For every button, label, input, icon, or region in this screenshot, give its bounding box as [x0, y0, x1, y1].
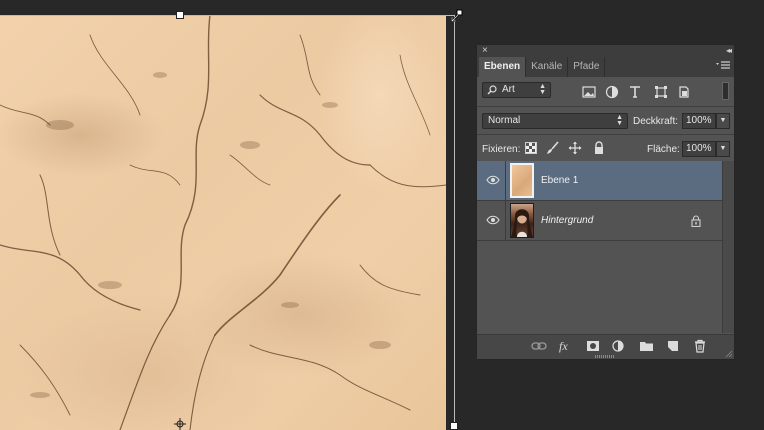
lock-all-icon[interactable] [592, 141, 606, 155]
layers-panel: × ◂◂ Ebenen Kanäle Pfade Art ▲ ▼ Normal … [476, 44, 735, 360]
layer-locked-icon [691, 215, 701, 227]
smart-object-filter-icon[interactable] [677, 85, 691, 99]
transform-box-top [0, 15, 454, 16]
document-canvas[interactable] [0, 15, 446, 430]
visibility-eye-icon[interactable] [486, 175, 500, 185]
tab-layers[interactable]: Ebenen [479, 57, 527, 77]
blend-row: Normal ▲ ▼ Deckkraft: 100% ▼ [477, 107, 734, 135]
layer-separator [505, 161, 506, 201]
resize-corner-icon[interactable] [725, 350, 733, 358]
fx-icon[interactable]: fx [559, 339, 568, 354]
layer-row-ebene-1[interactable]: Ebene 1 [477, 161, 722, 201]
filter-toggle-switch[interactable] [722, 82, 729, 100]
blend-mode-select[interactable]: Normal ▲ ▼ [482, 113, 628, 129]
layer-name[interactable]: Hintergrund [541, 215, 593, 226]
visibility-eye-icon[interactable] [486, 215, 500, 225]
layer-thumbnail[interactable] [510, 203, 534, 238]
blend-mode-value: Normal [488, 115, 521, 126]
adjustment-icon[interactable] [611, 339, 627, 353]
stepper-arrows-icon: ▲ ▼ [539, 83, 546, 96]
filter-kind-select[interactable]: Art ▲ ▼ [482, 82, 551, 98]
filter-kind-label: Art [502, 84, 515, 95]
layers-bottom-toolbar: fx [477, 334, 734, 359]
stepper-arrows-icon: ▲ ▼ [616, 114, 623, 127]
pixel-filter-icon[interactable] [582, 85, 596, 99]
wall-texture [0, 15, 446, 430]
panel-menu-icon[interactable] [715, 60, 731, 72]
fill-dropdown[interactable]: ▼ [716, 141, 730, 157]
opacity-input[interactable]: 100% [682, 113, 716, 129]
lock-position-icon[interactable] [568, 141, 582, 155]
lock-image-pixels-icon[interactable] [546, 141, 560, 155]
filter-row: Art ▲ ▼ [477, 77, 734, 107]
mask-icon[interactable] [585, 339, 601, 353]
trash-icon[interactable] [692, 339, 708, 353]
opacity-label: Deckkraft: [633, 116, 679, 127]
new-layer-icon[interactable] [665, 339, 681, 353]
panel-resize-grip[interactable] [595, 355, 615, 358]
collapse-panel-button[interactable]: ◂◂ [726, 45, 732, 57]
shape-filter-icon[interactable] [654, 85, 668, 99]
type-filter-icon[interactable] [628, 85, 642, 99]
layers-scrollbar[interactable] [722, 161, 734, 333]
layers-list: Ebene 1 Hintergrund [477, 161, 722, 333]
portrait-thumbnail-image [511, 209, 533, 237]
panel-tabs: Ebenen Kanäle Pfade [477, 57, 734, 77]
layer-thumbnail[interactable] [510, 163, 534, 198]
close-panel-button[interactable]: × [482, 45, 488, 57]
lock-row: Fixieren: Fläche: 100% ▼ [477, 135, 734, 163]
tab-paths[interactable]: Pfade [568, 57, 606, 77]
layer-separator [505, 201, 506, 241]
resize-cursor-icon [451, 9, 463, 22]
transform-box-right [454, 15, 455, 430]
adjustment-filter-icon[interactable] [605, 85, 619, 99]
transform-handle-top[interactable] [176, 11, 184, 19]
tab-channels[interactable]: Kanäle [526, 57, 569, 77]
lock-transparent-pixels-icon[interactable] [525, 142, 537, 154]
transform-handle-bottom-right[interactable] [450, 422, 458, 430]
lock-label: Fixieren: [482, 144, 521, 155]
opacity-dropdown[interactable]: ▼ [716, 113, 730, 129]
search-icon [487, 85, 497, 95]
fill-label: Fläche: [647, 144, 680, 155]
link-icon[interactable] [531, 339, 547, 353]
layer-row-hintergrund[interactable]: Hintergrund [477, 201, 722, 241]
fill-input[interactable]: 100% [682, 141, 716, 157]
folder-icon[interactable] [639, 339, 655, 353]
pivot-point-icon[interactable] [174, 418, 186, 430]
layer-name[interactable]: Ebene 1 [541, 175, 578, 186]
panel-titlebar: × ◂◂ [477, 45, 734, 57]
